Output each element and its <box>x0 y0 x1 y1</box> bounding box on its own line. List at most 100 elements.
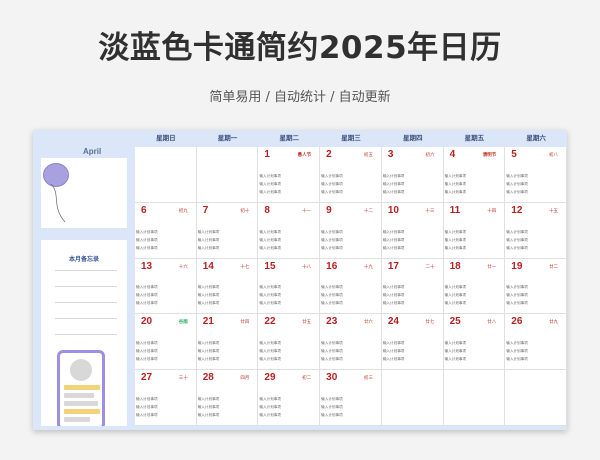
day-cell[interactable]: 29 初二 输入计划事项 输入计划事项 输入计划事项 <box>258 370 321 426</box>
plan-entry[interactable]: 输入计划事项 <box>321 285 343 290</box>
day-cell[interactable]: 4 清明节 输入计划事项 输入计划事项 输入计划事项 <box>443 147 506 203</box>
plan-entry[interactable]: 输入计划事项 <box>259 190 281 195</box>
plan-entry[interactable]: 输入计划事项 <box>198 301 220 306</box>
plan-entry[interactable]: 输入计划事项 <box>136 341 158 346</box>
plan-entry[interactable]: 输入计划事项 <box>321 174 343 179</box>
plan-entry[interactable]: 输入计划事项 <box>198 413 220 418</box>
plan-entry[interactable]: 输入计划事项 <box>383 357 405 362</box>
plan-entry[interactable]: 输入计划事项 <box>136 349 158 354</box>
plan-entry[interactable]: 输入计划事项 <box>445 174 467 179</box>
plan-entry[interactable]: 输入计划事项 <box>198 405 220 410</box>
plan-entry[interactable]: 输入计划事项 <box>383 301 405 306</box>
day-cell[interactable]: 15 十八 输入计划事项 输入计划事项 输入计划事项 <box>258 258 321 315</box>
plan-entry[interactable]: 输入计划事项 <box>321 357 343 362</box>
plan-entry[interactable]: 输入计划事项 <box>506 349 528 354</box>
plan-entry[interactable]: 输入计划事项 <box>383 349 405 354</box>
plan-entry[interactable]: 输入计划事项 <box>259 230 281 235</box>
plan-entry[interactable]: 输入计划事项 <box>259 397 281 402</box>
day-cell[interactable]: 26 廿九 输入计划事项 输入计划事项 输入计划事项 <box>505 314 567 371</box>
plan-entry[interactable]: 输入计划事项 <box>198 230 220 235</box>
plan-entry[interactable]: 输入计划事项 <box>506 190 528 195</box>
day-cell[interactable]: 13 十六 输入计划事项 输入计划事项 输入计划事项 <box>135 258 197 315</box>
plan-entry[interactable]: 输入计划事项 <box>136 405 158 410</box>
plan-entry[interactable]: 输入计划事项 <box>321 397 343 402</box>
plan-entry[interactable]: 输入计划事项 <box>321 349 343 354</box>
plan-entry[interactable]: 输入计划事项 <box>198 349 220 354</box>
plan-entry[interactable]: 输入计划事项 <box>136 293 158 298</box>
plan-entry[interactable]: 输入计划事项 <box>506 182 528 187</box>
plan-entry[interactable]: 输入计划事项 <box>383 182 405 187</box>
plan-entry[interactable]: 输入计划事项 <box>198 246 220 251</box>
plan-entry[interactable]: 输入计划事项 <box>445 293 467 298</box>
plan-entry[interactable]: 输入计划事项 <box>259 238 281 243</box>
plan-entry[interactable]: 输入计划事项 <box>259 357 281 362</box>
day-cell[interactable]: 11 十四 输入计划事项 输入计划事项 输入计划事项 <box>443 202 506 259</box>
plan-entry[interactable]: 输入计划事项 <box>445 349 467 354</box>
plan-entry[interactable]: 输入计划事项 <box>136 413 158 418</box>
plan-entry[interactable]: 输入计划事项 <box>506 238 528 243</box>
plan-entry[interactable]: 输入计划事项 <box>259 413 281 418</box>
day-cell[interactable]: 7 初十 输入计划事项 输入计划事项 输入计划事项 <box>196 202 259 259</box>
plan-entry[interactable]: 输入计划事项 <box>506 174 528 179</box>
day-cell[interactable]: 19 廿二 输入计划事项 输入计划事项 输入计划事项 <box>505 258 567 315</box>
day-cell[interactable]: 28 四月 输入计划事项 输入计划事项 输入计划事项 <box>196 370 259 426</box>
day-cell[interactable]: 21 廿四 输入计划事项 输入计划事项 输入计划事项 <box>196 314 259 371</box>
plan-entry[interactable]: 输入计划事项 <box>259 405 281 410</box>
plan-entry[interactable]: 输入计划事项 <box>445 182 467 187</box>
plan-entry[interactable]: 输入计划事项 <box>136 238 158 243</box>
day-cell[interactable]: 5 初八 输入计划事项 输入计划事项 输入计划事项 <box>505 147 567 203</box>
plan-entry[interactable]: 输入计划事项 <box>321 190 343 195</box>
day-cell[interactable]: 18 廿一 输入计划事项 输入计划事项 输入计划事项 <box>443 258 506 315</box>
day-cell[interactable]: 23 廿六 输入计划事项 输入计划事项 输入计划事项 <box>320 314 382 371</box>
day-cell[interactable]: 9 十二 输入计划事项 输入计划事项 输入计划事项 <box>320 202 382 259</box>
plan-entry[interactable]: 输入计划事项 <box>383 293 405 298</box>
plan-entry[interactable]: 输入计划事项 <box>321 301 343 306</box>
plan-entry[interactable]: 输入计划事项 <box>383 285 405 290</box>
day-cell[interactable]: 1 愚人节 输入计划事项 输入计划事项 输入计划事项 <box>258 147 321 203</box>
plan-entry[interactable]: 输入计划事项 <box>321 413 343 418</box>
plan-entry[interactable]: 输入计划事项 <box>321 182 343 187</box>
plan-entry[interactable]: 输入计划事项 <box>136 357 158 362</box>
plan-entry[interactable]: 输入计划事项 <box>259 301 281 306</box>
plan-entry[interactable]: 输入计划事项 <box>506 230 528 235</box>
day-cell[interactable]: 17 二十 输入计划事项 输入计划事项 输入计划事项 <box>381 258 444 315</box>
plan-entry[interactable]: 输入计划事项 <box>383 246 405 251</box>
plan-entry[interactable]: 输入计划事项 <box>383 238 405 243</box>
plan-entry[interactable]: 输入计划事项 <box>445 246 467 251</box>
plan-entry[interactable]: 输入计划事项 <box>136 246 158 251</box>
day-cell[interactable]: 16 十九 输入计划事项 输入计划事项 输入计划事项 <box>320 258 382 315</box>
plan-entry[interactable]: 输入计划事项 <box>136 230 158 235</box>
plan-entry[interactable]: 输入计划事项 <box>136 397 158 402</box>
plan-entry[interactable]: 输入计划事项 <box>383 341 405 346</box>
plan-entry[interactable]: 输入计划事项 <box>383 230 405 235</box>
day-cell[interactable]: 30 初三 输入计划事项 输入计划事项 输入计划事项 <box>320 370 382 426</box>
plan-entry[interactable]: 输入计划事项 <box>321 405 343 410</box>
plan-entry[interactable]: 输入计划事项 <box>321 341 343 346</box>
day-cell[interactable]: 6 初九 输入计划事项 输入计划事项 输入计划事项 <box>135 202 197 259</box>
day-cell[interactable]: 8 十一 输入计划事项 输入计划事项 输入计划事项 <box>258 202 321 259</box>
plan-entry[interactable]: 输入计划事项 <box>445 190 467 195</box>
plan-entry[interactable]: 输入计划事项 <box>136 301 158 306</box>
plan-entry[interactable]: 输入计划事项 <box>445 357 467 362</box>
plan-entry[interactable]: 输入计划事项 <box>506 357 528 362</box>
plan-entry[interactable]: 输入计划事项 <box>506 285 528 290</box>
plan-entry[interactable]: 输入计划事项 <box>198 397 220 402</box>
plan-entry[interactable]: 输入计划事项 <box>321 230 343 235</box>
plan-entry[interactable]: 输入计划事项 <box>259 182 281 187</box>
plan-entry[interactable]: 输入计划事项 <box>198 341 220 346</box>
plan-entry[interactable]: 输入计划事项 <box>198 293 220 298</box>
day-cell[interactable]: 22 廿五 输入计划事项 输入计划事项 输入计划事项 <box>258 314 321 371</box>
plan-entry[interactable]: 输入计划事项 <box>383 174 405 179</box>
plan-entry[interactable]: 输入计划事项 <box>259 341 281 346</box>
day-cell[interactable]: 14 十七 输入计划事项 输入计划事项 输入计划事项 <box>196 258 259 315</box>
day-cell[interactable]: 20 谷雨 输入计划事项 输入计划事项 输入计划事项 <box>135 314 197 371</box>
plan-entry[interactable]: 输入计划事项 <box>506 341 528 346</box>
day-cell[interactable]: 2 初五 输入计划事项 输入计划事项 输入计划事项 <box>320 147 382 203</box>
plan-entry[interactable]: 输入计划事项 <box>445 285 467 290</box>
plan-entry[interactable]: 输入计划事项 <box>198 357 220 362</box>
plan-entry[interactable]: 输入计划事项 <box>445 230 467 235</box>
plan-entry[interactable]: 输入计划事项 <box>321 293 343 298</box>
plan-entry[interactable]: 输入计划事项 <box>198 285 220 290</box>
day-cell[interactable]: 27 三十 输入计划事项 输入计划事项 输入计划事项 <box>135 370 197 426</box>
plan-entry[interactable]: 输入计划事项 <box>259 285 281 290</box>
